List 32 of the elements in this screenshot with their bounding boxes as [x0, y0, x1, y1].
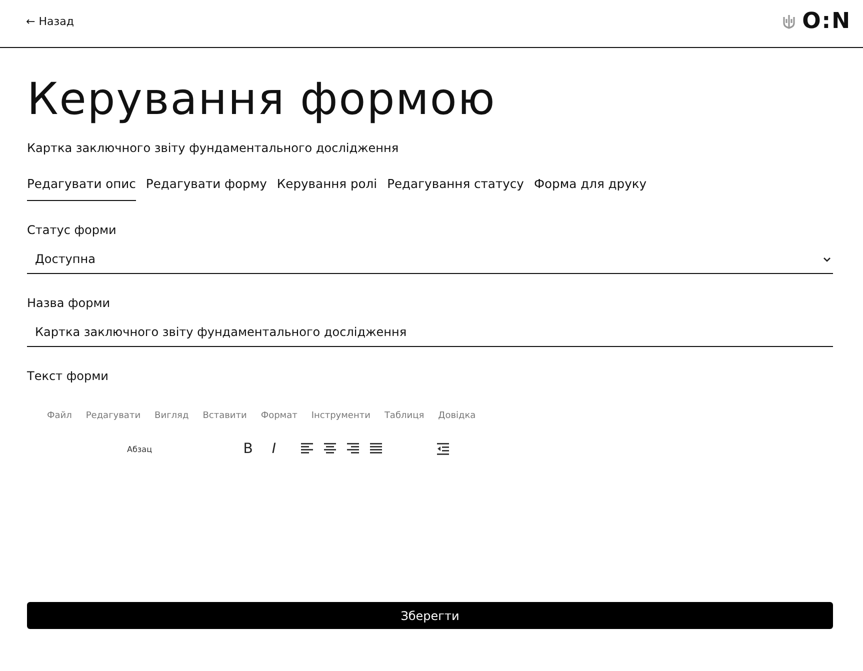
field-label: Статус форми: [27, 223, 118, 237]
tab[interactable]: Редагувати форму: [146, 177, 267, 201]
editor-menu-item[interactable]: Формат: [260, 411, 298, 421]
editor-menu-item[interactable]: Інструменти: [311, 411, 370, 421]
chevron-down-icon: [823, 256, 831, 262]
align-center-icon[interactable]: [324, 443, 336, 455]
editor-menu-item[interactable]: Довідка: [438, 411, 476, 421]
tab[interactable]: Керування ролі: [276, 177, 378, 201]
logo-text: O:N: [802, 9, 851, 34]
editor-menu-item[interactable]: Таблиця: [384, 411, 424, 421]
back-link[interactable]: ← Назад: [26, 15, 74, 28]
align-right-icon[interactable]: [347, 443, 359, 455]
outdent-icon[interactable]: [437, 443, 449, 455]
save-button[interactable]: Зберегти: [27, 602, 833, 629]
align-justify-icon[interactable]: [370, 443, 382, 455]
form-subtitle: Картка заключного звіту фундаментального дослідження: [27, 141, 400, 155]
editor-menu-item[interactable]: Вигляд: [154, 411, 189, 421]
tab[interactable]: Редагувати опис: [27, 177, 136, 201]
block-format-dropdown[interactable]: Абзац: [127, 444, 235, 454]
field-label: Текст форми: [27, 369, 110, 383]
italic-button[interactable]: I: [261, 441, 287, 457]
editor-menu-item[interactable]: Редагувати: [86, 411, 141, 421]
status-select[interactable]: Доступна: [27, 249, 833, 274]
trident-icon: [782, 14, 796, 30]
page-title: Керування формою: [27, 74, 497, 125]
bold-button[interactable]: B: [235, 441, 261, 457]
field-label: Назва форми: [27, 296, 112, 310]
tab[interactable]: Форма для друку: [534, 177, 647, 201]
editor-menu-item[interactable]: Файл: [47, 411, 72, 421]
align-left-icon[interactable]: [301, 443, 313, 455]
tab[interactable]: Редагування статусу: [387, 177, 524, 201]
editor-menu-item[interactable]: Вставити: [202, 411, 247, 421]
